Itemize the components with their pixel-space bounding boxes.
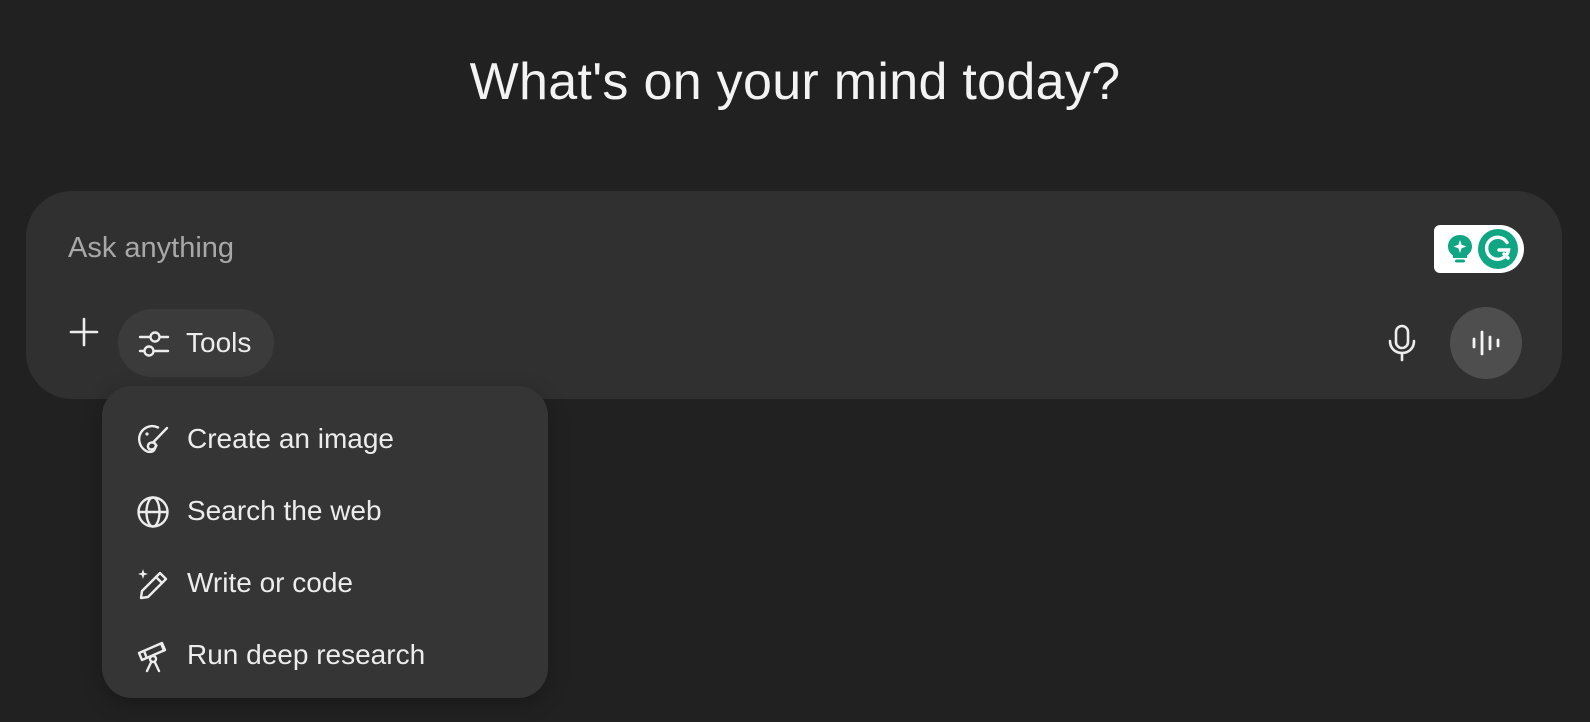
page: What's on your mind today? Ask anything … — [0, 0, 1590, 722]
menu-item-label: Run deep research — [187, 639, 426, 670]
menu-item-label: Search the web — [187, 495, 382, 526]
pencil-sparkle-icon — [136, 567, 170, 601]
dictate-button[interactable] — [1380, 319, 1424, 367]
page-heading: What's on your mind today? — [469, 53, 1121, 111]
lightbulb-icon[interactable] — [1446, 234, 1474, 264]
prompt-composer: Tools — [26, 191, 1562, 399]
menu-item-label: Create an image — [187, 423, 395, 454]
menu-item-deep-research[interactable]: Run deep research — [102, 624, 548, 688]
menu-item-write-code[interactable]: Write or code — [102, 552, 548, 616]
menu-item-create-image[interactable]: Create an image — [102, 408, 548, 472]
sliders-icon — [138, 328, 170, 360]
tools-button[interactable]: Tools — [118, 309, 274, 377]
image-brush-icon — [136, 423, 170, 457]
menu-item-label: Write or code — [187, 567, 353, 598]
menu-item-search-web[interactable]: Search the web — [102, 480, 548, 544]
voice-waveform-icon — [1470, 329, 1502, 357]
grammarly-widget[interactable] — [1434, 225, 1524, 273]
prompt-input[interactable] — [68, 225, 1368, 271]
telescope-icon — [136, 639, 170, 673]
grammarly-logo-icon[interactable] — [1478, 229, 1518, 269]
add-attachment-button[interactable] — [62, 310, 106, 354]
tools-menu: Create an image Search the web Write or … — [102, 386, 548, 698]
globe-icon — [136, 495, 170, 529]
microphone-icon — [1387, 324, 1417, 362]
voice-mode-button[interactable] — [1450, 307, 1522, 379]
plus-icon — [68, 316, 100, 348]
tools-button-label: Tools — [186, 327, 252, 358]
